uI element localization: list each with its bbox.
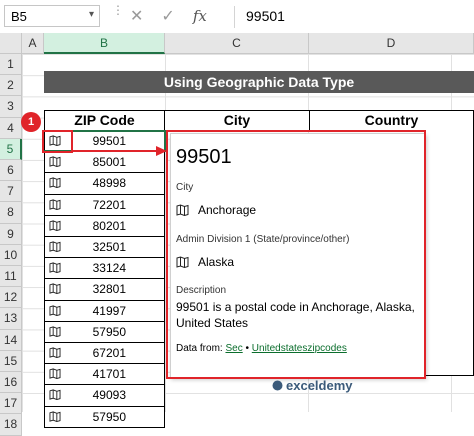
row-header-1[interactable]: 1 (0, 54, 22, 76)
zip-value: 67201 (92, 346, 126, 360)
map-icon[interactable] (49, 199, 61, 210)
map-icon[interactable] (49, 241, 61, 252)
formula-input[interactable]: 99501 (246, 8, 285, 24)
map-icon[interactable] (49, 177, 61, 189)
row-header-17[interactable]: 17 (0, 393, 22, 415)
zip-value: 41997 (92, 303, 126, 318)
map-icon[interactable] (49, 347, 61, 358)
formula-buttons: ✕ ✓ fx (130, 4, 207, 28)
row-header-6[interactable]: 6 (0, 160, 22, 182)
row-header-10[interactable]: 10 (0, 244, 22, 266)
zip-value: 49093 (92, 388, 126, 403)
zip-cell[interactable]: 57950 (44, 321, 165, 343)
zip-cell[interactable]: 41997 (44, 300, 165, 322)
header-country[interactable]: Country (309, 110, 474, 131)
map-icon[interactable] (49, 411, 61, 422)
zip-value: 32501 (92, 240, 126, 254)
zip-cell[interactable]: 80201 (44, 215, 165, 237)
country-cells[interactable] (426, 130, 474, 376)
map-icon[interactable] (49, 305, 61, 316)
row-header-15[interactable]: 15 (0, 350, 22, 372)
arrow-right-icon (72, 146, 167, 156)
zip-cell[interactable]: 33124 (44, 258, 165, 280)
row-header-8[interactable]: 8 (0, 202, 22, 224)
zip-cell[interactable]: 57950 (44, 406, 165, 428)
column-header-a[interactable]: A (22, 33, 44, 54)
map-icon[interactable] (49, 156, 61, 168)
name-box[interactable]: B5 ▾ (4, 5, 100, 27)
map-icon[interactable] (49, 389, 61, 401)
zip-cell[interactable]: 72201 (44, 194, 165, 216)
row-header-9[interactable]: 9 (0, 223, 22, 245)
row-header-16[interactable]: 16 (0, 372, 22, 394)
watermark: exceldemy (272, 378, 353, 393)
zip-cell[interactable]: 32801 (44, 279, 165, 301)
header-city[interactable]: City (164, 110, 310, 131)
row-header-18[interactable]: 18 (0, 414, 22, 436)
insert-function-icon[interactable]: fx (193, 7, 207, 25)
zip-value: 80201 (92, 218, 126, 233)
cancel-icon[interactable]: ✕ (130, 6, 143, 26)
zip-value: 48998 (92, 176, 126, 191)
chevron-down-icon[interactable]: ▾ (89, 9, 94, 20)
map-icon[interactable] (49, 262, 61, 274)
select-all-corner[interactable] (0, 33, 22, 54)
map-icon[interactable] (49, 368, 61, 380)
zip-cell[interactable]: 41701 (44, 364, 165, 386)
sheet-title[interactable]: Using Geographic Data Type (44, 71, 474, 93)
row-header-4[interactable]: 4 (0, 117, 22, 139)
row-header-14[interactable]: 14 (0, 329, 22, 351)
column-header-b[interactable]: B (44, 33, 165, 54)
name-box-value: B5 (11, 9, 27, 24)
column-header-d[interactable]: D (309, 33, 474, 54)
row-header-12[interactable]: 12 (0, 287, 22, 309)
header-zip-code[interactable]: ZIP Code (44, 110, 165, 131)
map-icon[interactable] (49, 220, 61, 231)
zip-value: 72201 (92, 197, 126, 212)
row-header-11[interactable]: 11 (0, 266, 22, 288)
zip-cell[interactable]: 48998 (44, 173, 165, 195)
zip-value: 41701 (92, 367, 126, 382)
row-header-2[interactable]: 2 (0, 75, 22, 97)
map-icon[interactable] (49, 326, 61, 337)
row-header-7[interactable]: 7 (0, 181, 22, 203)
enter-icon[interactable]: ✓ (161, 6, 174, 26)
zip-value: 32801 (92, 282, 126, 297)
zip-cell[interactable]: 67201 (44, 343, 165, 365)
zip-cell[interactable]: 49093 (44, 385, 165, 407)
map-icon[interactable] (49, 283, 61, 295)
row-header-5[interactable]: 5 (0, 138, 22, 160)
row-header-13[interactable]: 13 (0, 308, 22, 330)
zip-cell[interactable]: 32501 (44, 237, 165, 259)
watermark-name: exceldemy (286, 378, 353, 393)
zip-value: 57950 (92, 324, 126, 339)
watermark-logo-icon (272, 380, 283, 391)
formula-bar: B5 ▾ ⋮ ✕ ✓ fx 99501 (0, 0, 474, 34)
map-icon-highlight (42, 130, 73, 153)
formula-divider (234, 6, 235, 28)
zip-value: 33124 (92, 261, 126, 276)
step-badge: 1 (21, 112, 41, 132)
row-header-3[interactable]: 3 (0, 96, 22, 118)
card-highlight (166, 130, 426, 379)
more-options-icon[interactable]: ⋮ (112, 4, 124, 16)
column-header-c[interactable]: C (165, 33, 309, 54)
